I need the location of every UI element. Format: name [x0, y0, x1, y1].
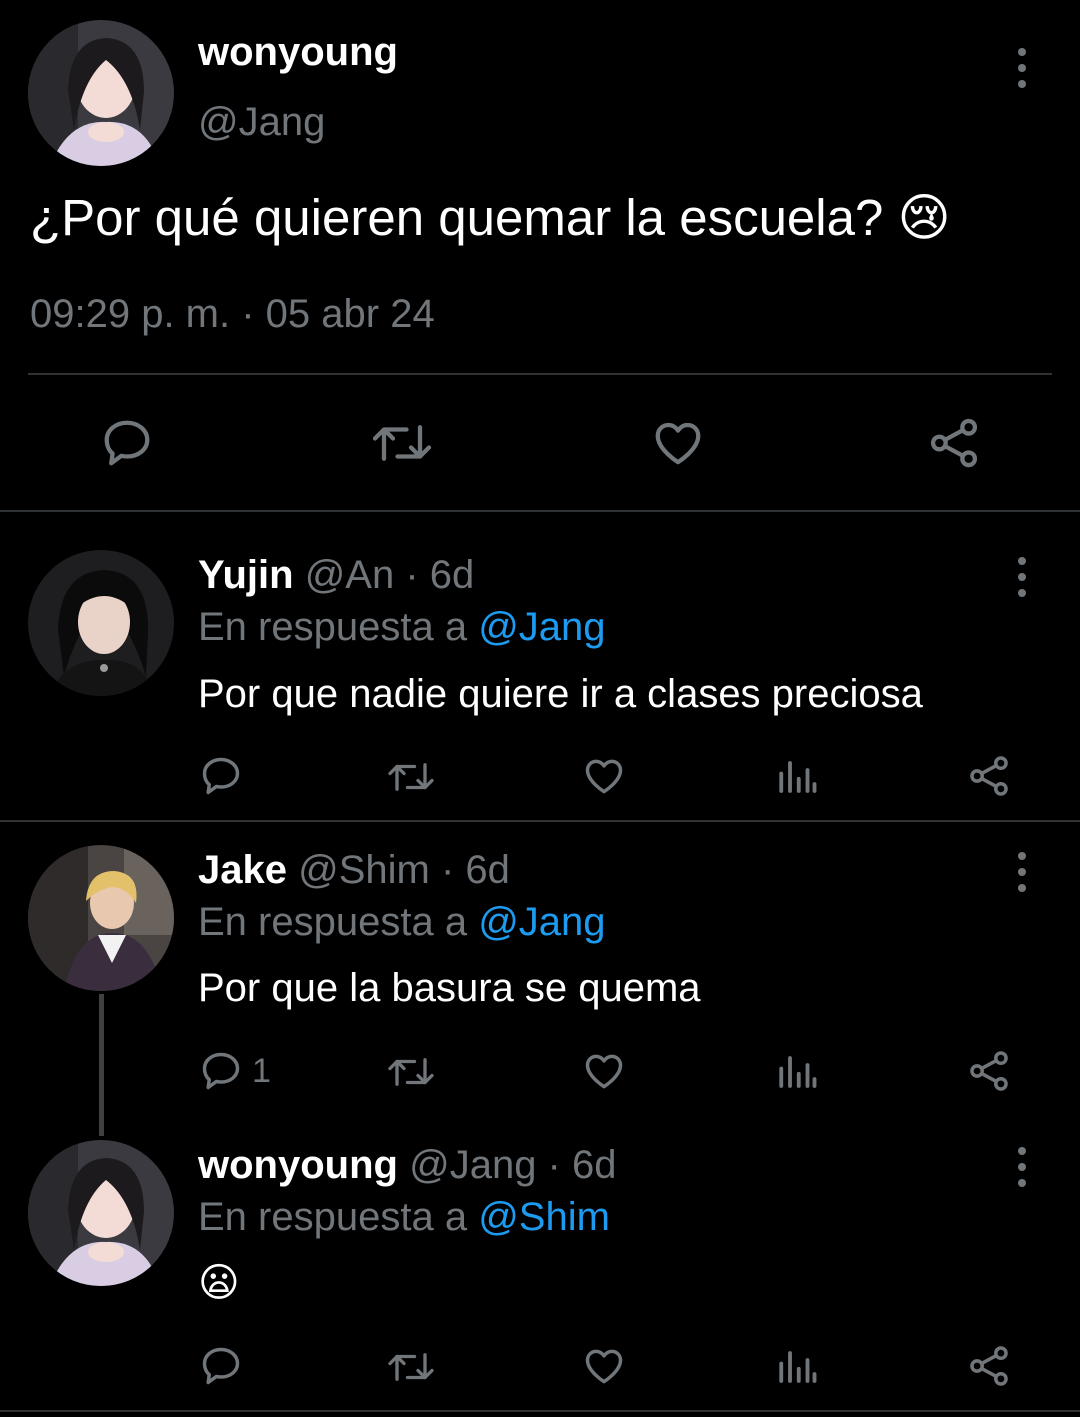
- divider: [0, 510, 1080, 512]
- reply-author-name[interactable]: Yujin: [198, 553, 294, 597]
- views-icon[interactable]: [776, 1346, 818, 1388]
- reply-author-meta[interactable]: @An · 6d: [305, 553, 475, 597]
- reply-author-meta[interactable]: @Shim · 6d: [298, 848, 510, 892]
- reply-to-mention[interactable]: @Jang: [478, 605, 605, 649]
- divider: [28, 373, 1052, 375]
- reply-text: Por que la basura se quema: [198, 966, 701, 1010]
- reply-header: wonyoung @Jang · 6d: [198, 1143, 616, 1188]
- reply-to-label: En respuesta a: [198, 605, 468, 649]
- retweet-icon[interactable]: [385, 756, 437, 798]
- retweet-icon[interactable]: [385, 1051, 437, 1093]
- more-icon[interactable]: [1010, 48, 1034, 88]
- retweet-icon[interactable]: [385, 1346, 437, 1388]
- avatar-wonyoung[interactable]: [28, 20, 174, 166]
- reply-icon[interactable]: [199, 1049, 243, 1093]
- avatar-wonyoung[interactable]: [28, 1140, 174, 1286]
- reply-author-name[interactable]: wonyoung: [198, 1143, 398, 1187]
- share-icon[interactable]: [927, 416, 981, 470]
- more-icon[interactable]: [1010, 852, 1034, 892]
- divider: [0, 1410, 1080, 1412]
- more-icon[interactable]: [1010, 1147, 1034, 1187]
- reply-icon[interactable]: [199, 1344, 243, 1388]
- avatar-jake[interactable]: [28, 845, 174, 991]
- tweet-text-body: ¿Por qué quieren quemar la escuela?: [30, 189, 884, 246]
- share-icon[interactable]: [967, 1049, 1011, 1093]
- author-name[interactable]: wonyoung: [198, 30, 398, 75]
- reply-to-label: En respuesta a: [198, 900, 468, 944]
- reply-icon[interactable]: [199, 754, 243, 798]
- avatar-yujin[interactable]: [28, 550, 174, 696]
- reply-count: 1: [252, 1052, 271, 1090]
- views-icon[interactable]: [776, 756, 818, 798]
- share-icon[interactable]: [967, 754, 1011, 798]
- more-icon[interactable]: [1010, 557, 1034, 597]
- reply-author-name[interactable]: Jake: [198, 848, 287, 892]
- like-icon[interactable]: [651, 416, 705, 470]
- reply-to-line: En respuesta a @Shim: [198, 1195, 610, 1240]
- crying-emoji: 😢: [897, 189, 951, 246]
- reply-to-mention[interactable]: @Shim: [478, 1195, 610, 1239]
- reply-to-line: En respuesta a @Jang: [198, 605, 606, 650]
- like-icon[interactable]: [582, 1049, 626, 1093]
- reply-to-line: En respuesta a @Jang: [198, 900, 606, 945]
- reply-header: Yujin @An · 6d: [198, 553, 474, 598]
- reply-text: Por que nadie quiere ir a clases precios…: [198, 672, 923, 716]
- tweet-timestamp[interactable]: 09:29 p. m. · 05 abr 24: [30, 292, 435, 337]
- author-handle[interactable]: @Jang: [198, 100, 325, 145]
- reply-header: Jake @Shim · 6d: [198, 848, 510, 893]
- like-icon[interactable]: [582, 1344, 626, 1388]
- views-icon[interactable]: [776, 1051, 818, 1093]
- reply-icon[interactable]: [100, 416, 154, 470]
- reply-to-label: En respuesta a: [198, 1195, 468, 1239]
- retweet-icon[interactable]: [370, 416, 434, 470]
- reply-text: 😦: [198, 1261, 240, 1305]
- tweet-text: ¿Por qué quieren quemar la escuela? 😢: [30, 188, 951, 248]
- thread-line: [99, 994, 104, 1136]
- share-icon[interactable]: [967, 1344, 1011, 1388]
- like-icon[interactable]: [582, 754, 626, 798]
- reply-author-meta[interactable]: @Jang · 6d: [409, 1143, 616, 1187]
- divider: [0, 820, 1080, 822]
- reply-to-mention[interactable]: @Jang: [478, 900, 605, 944]
